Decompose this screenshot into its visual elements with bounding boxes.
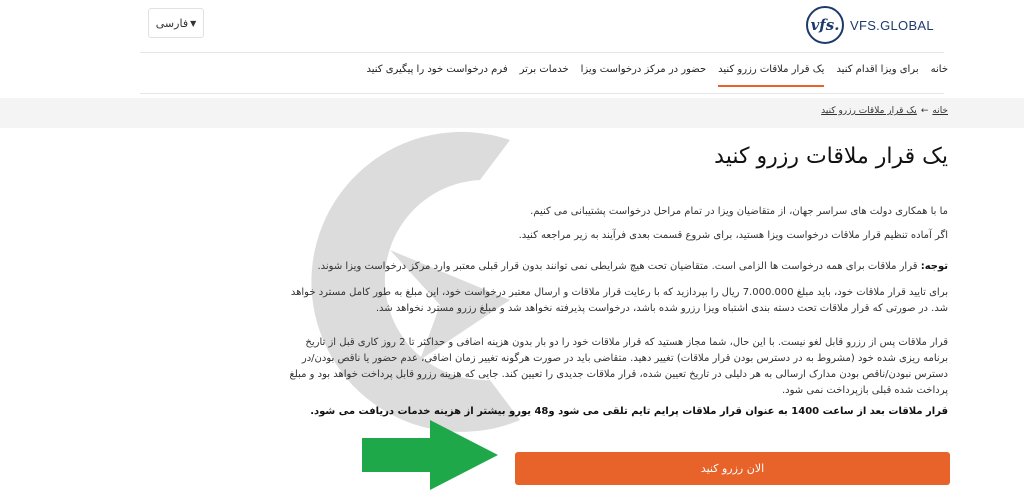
nav-item-apply-visa[interactable]: برای ویزا اقدام کنید <box>836 64 918 87</box>
note-text: قرار ملاقات برای همه درخواست ها الزامی ا… <box>317 261 921 272</box>
nav-item-attend-centre[interactable]: حضور در مرکز درخواست ویزا <box>581 64 707 87</box>
page-title: یک قرار ملاقات رزرو کنید <box>714 144 948 169</box>
nav-divider <box>140 93 944 94</box>
breadcrumb-home-link[interactable]: خانه <box>932 106 948 116</box>
breadcrumb: خانه ← یک قرار ملاقات رزرو کنید <box>821 106 948 116</box>
note-paragraph: توجه: قرار ملاقات برای همه درخواست ها ال… <box>248 259 948 275</box>
logo-text: VFS.GLOBAL <box>850 17 934 33</box>
main-nav: خانه برای ویزا اقدام کنید یک قرار ملاقات… <box>366 64 948 87</box>
nav-item-track-application[interactable]: فرم درخواست خود را پیگیری کنید <box>366 64 507 87</box>
green-arrow-icon <box>362 420 498 490</box>
vfs-logo[interactable]: vfs. VFS.GLOBAL <box>806 3 934 47</box>
breadcrumb-current[interactable]: یک قرار ملاقات رزرو کنید <box>821 106 917 116</box>
note-label: توجه: <box>920 261 948 272</box>
language-selector[interactable]: فارسی ▼ <box>148 8 204 38</box>
caret-down-icon: ▼ <box>190 18 197 28</box>
nav-item-book-appointment[interactable]: یک قرار ملاقات رزرو کنید <box>718 64 825 87</box>
language-label: فارسی <box>155 16 189 30</box>
intro-paragraph: ما با همکاری دولت های سراسر جهان، از متق… <box>530 206 948 217</box>
fee-paragraph: برای تایید قرار ملاقات خود، باید مبلغ 7.… <box>290 287 948 314</box>
breadcrumb-separator: ← <box>920 106 929 116</box>
vfs-logo-icon: vfs. <box>806 6 844 44</box>
cancellation-paragraph: قرار ملاقات پس از رزرو قابل لغو نیست. با… <box>289 337 948 396</box>
nav-item-premium-services[interactable]: خدمات برتر <box>520 64 569 87</box>
header-divider <box>140 52 944 53</box>
prime-time-paragraph: قرار ملاقات بعد از ساعت 1400 به عنوان قر… <box>310 406 948 417</box>
book-now-button[interactable]: الان رزرو کنید <box>515 452 950 485</box>
nav-item-home[interactable]: خانه <box>931 64 948 87</box>
ready-paragraph: اگر آماده تنظیم قرار ملاقات درخواست ویزا… <box>518 230 948 241</box>
